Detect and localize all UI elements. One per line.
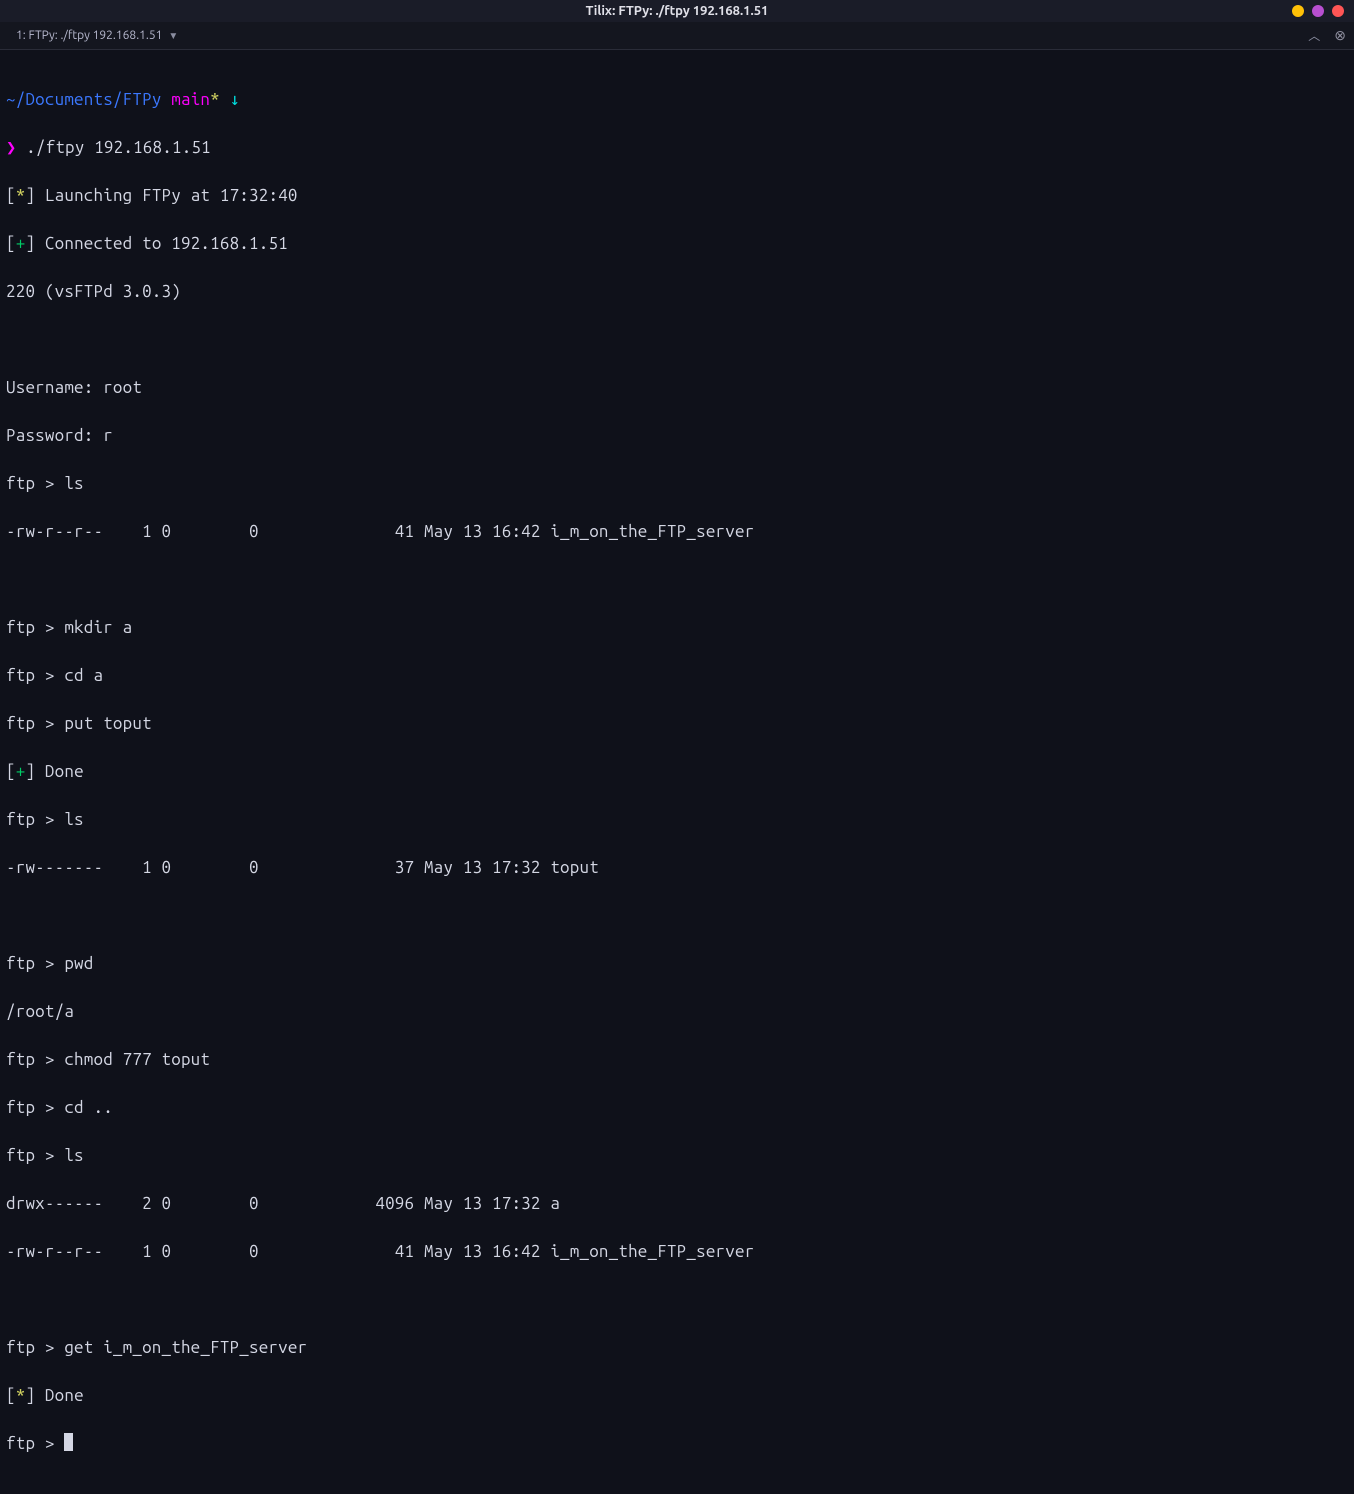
output-line: ftp > get i_m_on_the_FTP_server <box>6 1336 1348 1360</box>
window-controls <box>1292 5 1344 17</box>
output-line: ftp > mkdir a <box>6 616 1348 640</box>
tab-bar: 1: FTPy: ./ftpy 192.168.1.51 ▼ ︿ ⊗ <box>0 22 1354 50</box>
prompt-pull-icon: ↓ <box>230 90 240 109</box>
window-close-button[interactable] <box>1332 5 1344 17</box>
output-line: Password: r <box>6 424 1348 448</box>
ftp-prompt: ftp > <box>6 1434 64 1453</box>
terminal-tab[interactable]: 1: FTPy: ./ftpy 192.168.1.51 ▼ <box>8 25 186 46</box>
output-line: ftp > cd a <box>6 664 1348 688</box>
output-line: -rw-r--r-- 1 0 0 41 May 13 16:42 i_m_on_… <box>6 520 1348 544</box>
output-line: ftp > ls <box>6 472 1348 496</box>
window-title: Tilix: FTPy: ./ftpy 192.168.1.51 <box>586 4 769 18</box>
output-line <box>6 328 1348 352</box>
terminal-output[interactable]: ~/Documents/FTPy main* ↓ ❯ ./ftpy 192.16… <box>0 50 1354 1494</box>
output-line: ftp > cd .. <box>6 1096 1348 1120</box>
output-line: [*] Done <box>6 1384 1348 1408</box>
output-line: ftp > pwd <box>6 952 1348 976</box>
prompt-path: ~/Documents/FTPy <box>6 90 162 109</box>
output-line: 220 (vsFTPd 3.0.3) <box>6 280 1348 304</box>
output-line: [+] Connected to 192.168.1.51 <box>6 232 1348 256</box>
prompt-dirty: * <box>210 90 220 109</box>
output-line <box>6 568 1348 592</box>
output-line: drwx------ 2 0 0 4096 May 13 17:32 a <box>6 1192 1348 1216</box>
prompt-symbol: ❯ <box>6 138 16 157</box>
prompt-branch: main <box>171 90 210 109</box>
tab-label: 1: FTPy: ./ftpy 192.168.1.51 <box>16 29 162 42</box>
collapse-icon[interactable]: ︿ <box>1308 27 1320 44</box>
active-prompt-line[interactable]: ftp > <box>6 1432 1348 1456</box>
output-line <box>6 904 1348 928</box>
output-line <box>6 1288 1348 1312</box>
window-maximize-button[interactable] <box>1312 5 1324 17</box>
command-text: ./ftpy 192.168.1.51 <box>26 138 211 157</box>
output-line: -rw------- 1 0 0 37 May 13 17:32 toput <box>6 856 1348 880</box>
window-minimize-button[interactable] <box>1292 5 1304 17</box>
output-line: [*] Launching FTPy at 17:32:40 <box>6 184 1348 208</box>
output-line: -rw-r--r-- 1 0 0 41 May 13 16:42 i_m_on_… <box>6 1240 1348 1264</box>
close-tab-icon[interactable]: ⊗ <box>1334 27 1346 44</box>
tab-dropdown-icon[interactable]: ▼ <box>168 30 178 42</box>
window-titlebar: Tilix: FTPy: ./ftpy 192.168.1.51 <box>0 0 1354 22</box>
tabbar-right-controls: ︿ ⊗ <box>1308 27 1346 44</box>
output-line: ftp > ls <box>6 808 1348 832</box>
output-line: ftp > ls <box>6 1144 1348 1168</box>
output-line: ftp > put toput <box>6 712 1348 736</box>
cursor-icon <box>64 1433 73 1451</box>
prompt-line: ~/Documents/FTPy main* ↓ <box>6 88 1348 112</box>
output-line: /root/a <box>6 1000 1348 1024</box>
command-line: ❯ ./ftpy 192.168.1.51 <box>6 136 1348 160</box>
output-line: Username: root <box>6 376 1348 400</box>
output-line: ftp > chmod 777 toput <box>6 1048 1348 1072</box>
output-line: [+] Done <box>6 760 1348 784</box>
